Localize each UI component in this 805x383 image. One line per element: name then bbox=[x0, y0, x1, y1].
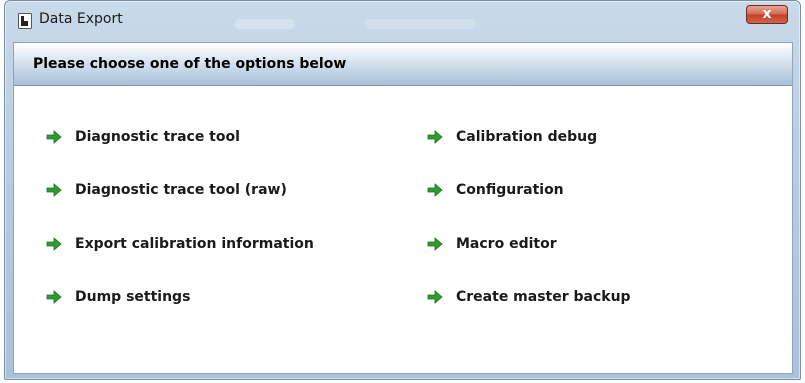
green-arrow-right-icon bbox=[427, 183, 443, 197]
green-arrow-right-icon bbox=[427, 130, 443, 144]
option-label: Configuration bbox=[456, 182, 564, 198]
green-arrow-right-icon bbox=[427, 237, 443, 251]
option-label: Export calibration information bbox=[75, 236, 314, 252]
green-arrow-right-icon bbox=[46, 130, 62, 144]
close-icon: x bbox=[762, 6, 772, 22]
title-bar-reflection bbox=[365, 19, 475, 29]
application-icon bbox=[18, 13, 32, 29]
option-diagnostic-trace-tool[interactable]: Diagnostic trace tool bbox=[46, 129, 240, 145]
option-macro-editor[interactable]: Macro editor bbox=[427, 236, 557, 252]
option-label: Create master backup bbox=[456, 289, 631, 305]
option-diagnostic-trace-tool-raw[interactable]: Diagnostic trace tool (raw) bbox=[46, 182, 287, 198]
option-label: Dump settings bbox=[75, 289, 191, 305]
data-export-window: Data Export x Please choose one of the o… bbox=[4, 0, 801, 380]
prompt-heading: Please choose one of the options below bbox=[33, 56, 347, 72]
green-arrow-right-icon bbox=[46, 237, 62, 251]
header-band: Please choose one of the options below bbox=[14, 43, 792, 86]
option-label: Diagnostic trace tool (raw) bbox=[75, 182, 287, 198]
option-export-calibration-information[interactable]: Export calibration information bbox=[46, 236, 314, 252]
option-calibration-debug[interactable]: Calibration debug bbox=[427, 129, 597, 145]
option-label: Diagnostic trace tool bbox=[75, 129, 240, 145]
option-dump-settings[interactable]: Dump settings bbox=[46, 289, 190, 305]
option-create-master-backup[interactable]: Create master backup bbox=[427, 289, 631, 305]
green-arrow-right-icon bbox=[427, 290, 443, 304]
option-label: Calibration debug bbox=[456, 129, 598, 145]
dialog-content: Please choose one of the options below D… bbox=[13, 42, 793, 374]
green-arrow-right-icon bbox=[46, 183, 62, 197]
title-bar-reflection bbox=[235, 19, 295, 29]
green-arrow-right-icon bbox=[46, 290, 62, 304]
option-configuration[interactable]: Configuration bbox=[427, 182, 564, 198]
window-title: Data Export bbox=[39, 11, 123, 27]
close-button[interactable]: x bbox=[746, 5, 788, 24]
option-label: Macro editor bbox=[456, 236, 557, 252]
title-bar[interactable]: Data Export x bbox=[5, 1, 800, 41]
